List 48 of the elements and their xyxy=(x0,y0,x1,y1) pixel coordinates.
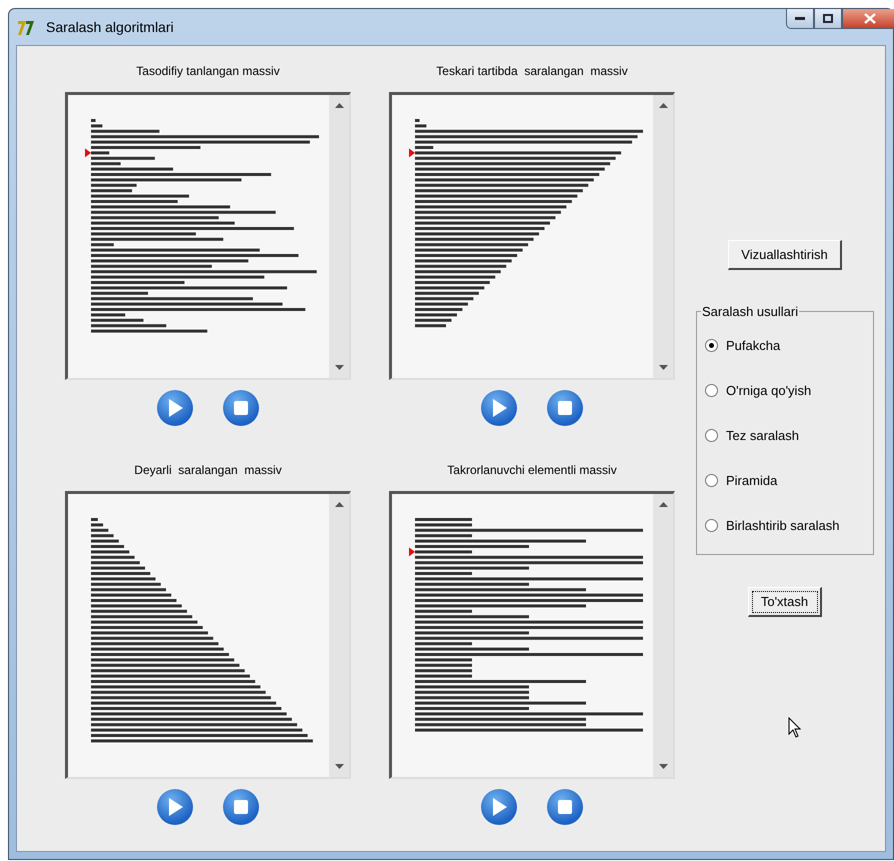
maximize-button[interactable] xyxy=(814,9,842,29)
scroll-down-icon xyxy=(334,365,344,370)
stop-button[interactable] xyxy=(223,390,259,426)
play-icon xyxy=(491,399,507,417)
cursor-icon xyxy=(788,717,802,739)
play-button[interactable] xyxy=(481,390,517,426)
window-title: Saralash algoritmlari xyxy=(46,19,174,35)
maximize-icon xyxy=(823,14,833,23)
close-button[interactable] xyxy=(842,9,894,29)
scrollbar[interactable] xyxy=(653,95,673,378)
radio-option[interactable]: Piramida xyxy=(705,458,865,503)
scroll-up-icon xyxy=(334,103,344,108)
scroll-up-icon xyxy=(658,502,668,506)
play-button[interactable] xyxy=(481,788,517,824)
scroll-down-icon xyxy=(658,764,668,768)
panel-title: Tasodifiy tanlangan massiv xyxy=(136,63,280,80)
play-button[interactable] xyxy=(157,390,193,426)
radio-option[interactable]: Tez saralash xyxy=(705,413,865,458)
panel-title: Takrorlanuvchi elementli massiv xyxy=(447,462,617,478)
stop-icon xyxy=(558,401,572,415)
scroll-down-icon xyxy=(334,764,344,768)
scrollbar[interactable] xyxy=(329,95,349,378)
group-title: Saralash usullari xyxy=(701,304,800,319)
scroll-down-icon xyxy=(658,365,668,370)
visualize-button[interactable]: Vizuallashtirish xyxy=(728,240,842,270)
radio-option[interactable]: Birlashtirib saralash xyxy=(705,503,865,548)
play-icon xyxy=(167,399,183,417)
scroll-up-icon xyxy=(658,103,668,108)
panel-title: Teskari tartibda saralangan massiv xyxy=(436,63,628,80)
radio-option[interactable]: Pufakcha xyxy=(705,323,865,368)
stop-button[interactable] xyxy=(547,788,583,824)
stop-icon xyxy=(558,800,572,814)
stop-sort-button[interactable]: To'xtash xyxy=(748,587,822,617)
close-icon xyxy=(864,13,876,24)
minimize-icon xyxy=(795,16,805,20)
stop-button[interactable] xyxy=(223,788,259,824)
minimize-button[interactable] xyxy=(786,9,814,29)
stop-icon xyxy=(234,401,248,415)
stop-button[interactable] xyxy=(547,390,583,426)
stop-icon xyxy=(234,800,248,814)
radio-option[interactable]: O'rniga qo'yish xyxy=(705,368,865,413)
scroll-up-icon xyxy=(334,502,344,506)
play-icon xyxy=(491,798,507,816)
scrollbar[interactable] xyxy=(329,494,349,776)
play-icon xyxy=(167,798,183,816)
play-button[interactable] xyxy=(157,788,193,824)
scrollbar[interactable] xyxy=(653,494,673,776)
panel-title: Deyarli saralangan massiv xyxy=(134,462,282,478)
